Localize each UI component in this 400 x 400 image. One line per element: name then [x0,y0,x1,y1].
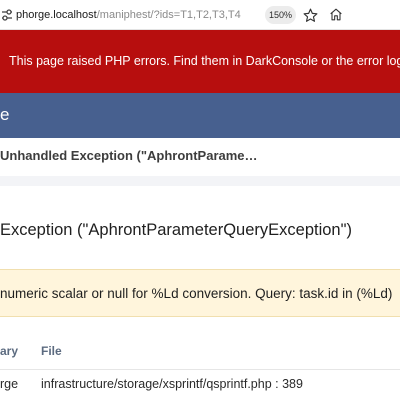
exception-subtitle: Unhandled Exception ("AphrontParame… [0,148,258,163]
stack-trace-header: ary File [0,334,400,370]
dialog-header: e [0,93,400,138]
url-host: phorge.localhost [16,9,97,21]
url-path: /maniphest/?ids=T1,T2,T3,T4 [96,9,241,21]
home-icon[interactable] [328,6,344,23]
exception-message: numeric scalar or null for %Ld conversio… [0,286,393,301]
address-field[interactable]: phorge.localhost/maniphest/?ids=T1,T2,T3… [16,7,241,23]
column-header-file: File [41,344,62,358]
exception-subtitle-row: Unhandled Exception ("AphrontParame… [0,138,400,176]
dialog-title: e [0,105,10,124]
browser-url-bar: phorge.localhost/maniphest/?ids=T1,T2,T3… [0,0,400,30]
star-icon[interactable] [302,7,319,24]
divider-band [0,176,400,186]
column-header-library: ary [0,344,19,358]
tune-icon[interactable] [0,7,14,23]
trace-library-cell: rge [0,377,19,391]
php-error-message: This page raised PHP errors. Find them i… [9,54,400,68]
zoom-level-button[interactable]: 150% [265,6,296,24]
table-row: rge infrastructure/storage/xsprintf/qspr… [0,370,400,400]
exception-message-box: numeric scalar or null for %Ld conversio… [0,269,400,317]
trace-file-cell: infrastructure/storage/xsprintf/qsprintf… [41,377,303,391]
php-error-banner: This page raised PHP errors. Find them i… [0,30,400,93]
exception-heading: Exception ("AphrontParameterQueryExcepti… [0,221,352,239]
